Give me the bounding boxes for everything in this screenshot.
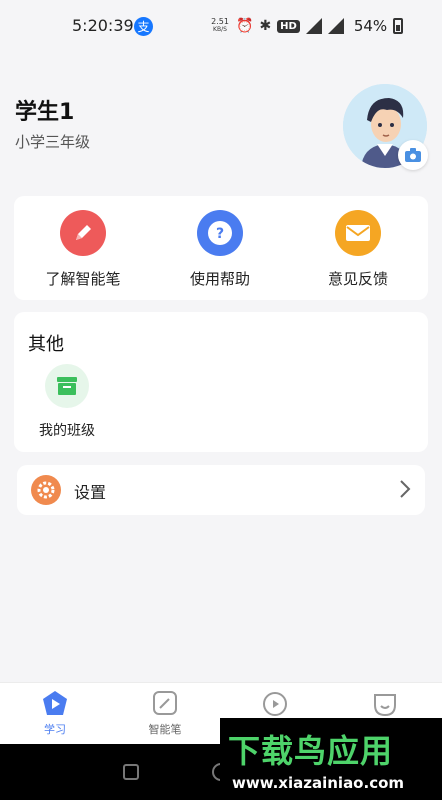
other-card: 其他 我的班级 — [14, 312, 428, 452]
play-icon — [263, 692, 287, 716]
help-icon: ? — [197, 210, 243, 256]
signal-icon-2 — [327, 18, 344, 34]
help-button[interactable]: ? 使用帮助 — [160, 210, 280, 289]
nav-smart-pen-label: 智能笔 — [148, 723, 182, 736]
my-class-label: 我的班级 — [39, 423, 95, 439]
face-icon — [374, 694, 396, 717]
nav-study[interactable]: 学习 — [0, 689, 110, 737]
bluetooth-icon: ✱ — [259, 18, 272, 34]
settings-row[interactable]: 设置 — [17, 465, 425, 515]
watermark: 下载鸟应用 www.xiazainiao.com — [220, 718, 442, 800]
learn-smart-pen-button[interactable]: 了解智能笔 — [23, 210, 143, 289]
mail-icon — [335, 210, 381, 256]
class-box-icon — [45, 364, 89, 408]
pencil-icon — [60, 210, 106, 256]
nav-smart-pen[interactable]: 智能笔 — [110, 689, 220, 737]
chevron-right-icon — [400, 480, 411, 498]
svg-text:?: ? — [216, 226, 224, 242]
settings-label: 设置 — [74, 483, 107, 502]
quick-actions-card: 了解智能笔 ? 使用帮助 意见反馈 — [14, 196, 428, 300]
other-title: 其他 — [28, 334, 64, 355]
watermark-title: 下载鸟应用 — [228, 732, 394, 770]
nav-face[interactable] — [330, 689, 440, 717]
help-label: 使用帮助 — [189, 270, 250, 288]
camera-icon — [405, 148, 421, 162]
nav-play[interactable] — [220, 689, 330, 717]
feedback-label: 意见反馈 — [327, 270, 388, 288]
profile-grade: 小学三年级 — [15, 133, 91, 151]
hd-icon: HD — [277, 19, 300, 33]
status-bar: 5:20:39 支 2.51 KB/S ⏰ ✱ HD 54% — [0, 0, 442, 56]
gear-icon — [31, 475, 61, 505]
battery-percent: 54% — [353, 17, 388, 35]
signal-icon — [305, 18, 322, 34]
alarm-icon: ⏰ — [236, 18, 254, 34]
network-speed-value: 2.51 — [211, 17, 229, 26]
study-icon — [43, 691, 67, 715]
status-icons: 2.51 KB/S ⏰ ✱ HD 54% — [210, 17, 404, 35]
my-class-button[interactable]: 我的班级 — [32, 364, 102, 440]
alipay-icon: 支 — [134, 17, 153, 36]
battery-icon — [393, 18, 404, 34]
learn-smart-pen-label: 了解智能笔 — [45, 270, 121, 288]
recent-apps-button[interactable] — [123, 764, 139, 780]
watermark-url: www.xiazainiao.com — [232, 774, 405, 792]
feedback-button[interactable]: 意见反馈 — [298, 210, 418, 289]
status-time: 5:20:39 — [72, 16, 134, 35]
profile-name: 学生1 — [15, 100, 75, 125]
network-speed: 2.51 KB/S — [210, 18, 230, 34]
camera-button[interactable] — [398, 140, 428, 170]
nav-study-label: 学习 — [44, 723, 66, 736]
smart-pen-icon — [153, 691, 177, 715]
network-speed-unit: KB/S — [213, 26, 227, 33]
